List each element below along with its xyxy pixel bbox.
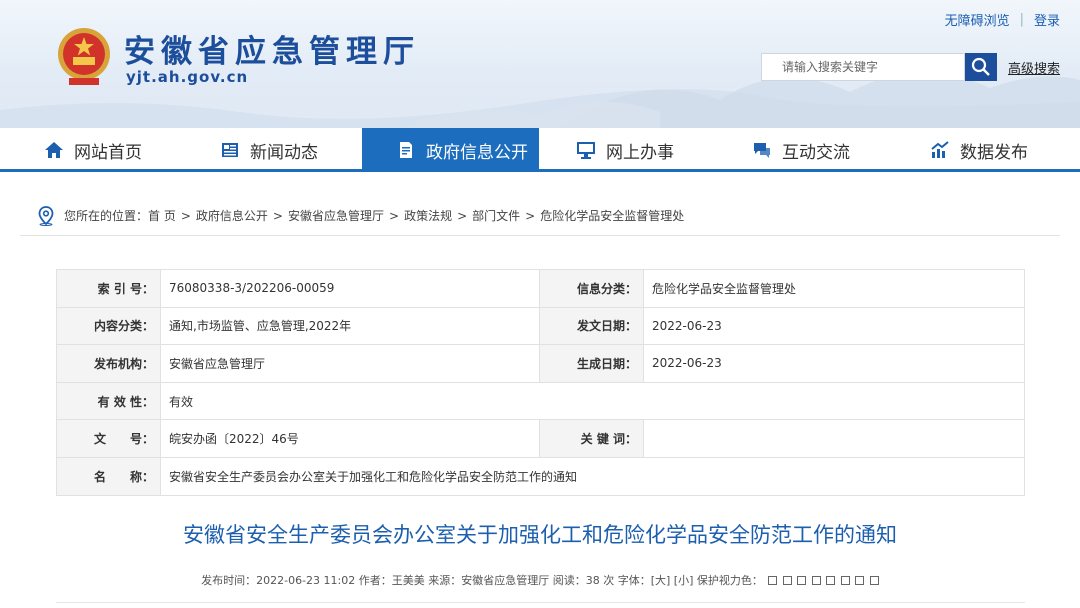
issue-date-value: 2022-06-23	[643, 306, 1025, 346]
index-label: 索 引 号：	[56, 269, 161, 308]
nav-label: 新闻动态	[250, 142, 318, 163]
article-title: 安徽省安全生产委员会办公室关于加强化工和危险化学品安全防范工作的通知	[183, 523, 897, 547]
topbar: 无障碍浏览 | 登录	[945, 10, 1060, 29]
monitor-icon	[577, 142, 595, 159]
breadcrumb-item[interactable]: 安徽省应急管理厅	[288, 207, 384, 224]
table-row: 索 引 号： 76080338-3/202206-00059 信息分类： 危险化…	[56, 269, 1025, 308]
chat-icon	[754, 143, 770, 158]
table-row: 发布机构： 安徽省应急管理厅 生成日期： 2022-06-23	[56, 344, 1025, 383]
color-option[interactable]	[869, 576, 879, 585]
validity-label: 有 效 性：	[56, 381, 161, 421]
nav-label: 网上办事	[606, 142, 674, 163]
breadcrumb-item[interactable]: 政策法规	[404, 207, 452, 224]
article-info: 发布时间：2022-06-23 11:02 作者：王美美 来源：安徽省应急管理厅…	[0, 572, 1080, 588]
breadcrumb-item[interactable]: 部门文件	[472, 207, 520, 224]
document-number-label: 文 号：	[56, 419, 161, 458]
content-value: 通知,市场监管、应急管理,2022年	[160, 306, 540, 346]
nav-item-interaction[interactable]: 互动交流	[752, 128, 850, 172]
site-domain: yjt.ah.gov.cn	[126, 68, 249, 86]
keywords-value	[643, 419, 1025, 458]
site-header: 无障碍浏览 | 登录 安徽省应急管理厅 yjt.ah.gov.cn 请输入搜索关…	[0, 0, 1080, 128]
document-number-value: 皖安办函〔2022〕46号	[160, 419, 540, 458]
table-row: 内容分类： 通知,市场监管、应急管理,2022年 发文日期： 2022-06-2…	[56, 306, 1025, 346]
breadcrumb-separator: >	[389, 208, 400, 223]
color-option[interactable]	[855, 576, 865, 585]
main-nav: 网站首页 新闻动态 政府信息公开 网上办事 互动交流 数据发布	[0, 128, 1080, 172]
document-icon	[400, 142, 412, 158]
breadcrumb-item[interactable]: 政府信息公开	[196, 207, 268, 224]
category-label: 信息分类：	[539, 269, 644, 308]
location-pin-icon	[38, 205, 54, 226]
validity-value: 有效	[160, 381, 1025, 421]
content-divider	[56, 602, 1025, 603]
breadcrumb-item[interactable]: 危险化学品安全监督管理处	[540, 207, 684, 224]
publisher-label: 发布机构：	[56, 344, 161, 383]
login-link[interactable]: 登录	[1034, 10, 1060, 29]
breadcrumb-item-home[interactable]: 首 页	[148, 207, 176, 224]
nav-item-gov-info[interactable]: 政府信息公开	[362, 128, 539, 172]
search-button[interactable]	[965, 53, 997, 81]
name-value: 安徽省安全生产委员会办公室关于加强化工和危险化学品安全防范工作的通知	[160, 456, 1025, 496]
color-option[interactable]	[811, 576, 821, 585]
color-option[interactable]	[826, 576, 836, 585]
color-option-white[interactable]	[768, 576, 778, 585]
national-emblem-icon	[58, 28, 110, 85]
chart-icon	[931, 141, 949, 158]
article-info-text: 发布时间：2022-06-23 11:02 作者：王美美 来源：安徽省应急管理厅…	[201, 574, 763, 587]
keywords-label: 关 键 词：	[539, 419, 644, 458]
issue-date-label: 发文日期：	[539, 306, 644, 346]
accessibility-link[interactable]: 无障碍浏览	[945, 10, 1010, 29]
breadcrumb-separator: >	[180, 208, 191, 223]
nav-label: 数据发布	[960, 142, 1028, 163]
topbar-separator: |	[1019, 12, 1024, 27]
nav-item-data-release[interactable]: 数据发布	[930, 128, 1028, 172]
breadcrumb-separator: >	[525, 208, 536, 223]
table-row: 文 号： 皖安办函〔2022〕46号 关 键 词：	[56, 419, 1025, 458]
breadcrumb-prefix: 您所在的位置：	[64, 209, 149, 223]
generated-date-value: 2022-06-23	[643, 344, 1025, 383]
category-value: 危险化学品安全监督管理处	[643, 269, 1025, 308]
index-value: 76080338-3/202206-00059	[160, 269, 540, 308]
content-label: 内容分类：	[56, 306, 161, 346]
nav-label: 政府信息公开	[426, 142, 528, 163]
search-icon	[971, 57, 990, 76]
nav-label: 互动交流	[782, 142, 850, 163]
nav-item-home[interactable]: 网站首页	[44, 128, 142, 172]
breadcrumb-separator: >	[272, 208, 283, 223]
color-option[interactable]	[840, 576, 850, 585]
advanced-search-link[interactable]: 高级搜索	[1008, 58, 1060, 77]
search-input[interactable]: 请输入搜索关键字	[761, 53, 965, 81]
news-icon	[222, 143, 238, 157]
document-metadata-table: 索 引 号： 76080338-3/202206-00059 信息分类： 危险化…	[56, 269, 1025, 496]
table-row: 有 效 性： 有效	[56, 381, 1025, 421]
generated-date-label: 生成日期：	[539, 344, 644, 383]
table-row: 名 称： 安徽省安全生产委员会办公室关于加强化工和危险化学品安全防范工作的通知	[56, 456, 1025, 496]
site-title[interactable]: 安徽省应急管理厅	[124, 26, 420, 71]
publisher-value: 安徽省应急管理厅	[160, 344, 540, 383]
home-icon	[45, 142, 63, 158]
color-option[interactable]	[797, 576, 807, 585]
name-label: 名 称：	[56, 456, 161, 496]
nav-item-online-service[interactable]: 网上办事	[576, 128, 674, 172]
nav-item-news[interactable]: 新闻动态	[220, 128, 318, 172]
color-option[interactable]	[782, 576, 792, 585]
breadcrumb-separator: >	[457, 208, 468, 223]
nav-label: 网站首页	[74, 142, 142, 163]
breadcrumb: 您所在的位置： 首 页 > 政府信息公开 > 安徽省应急管理厅 > 政策法规 >…	[20, 196, 1060, 236]
